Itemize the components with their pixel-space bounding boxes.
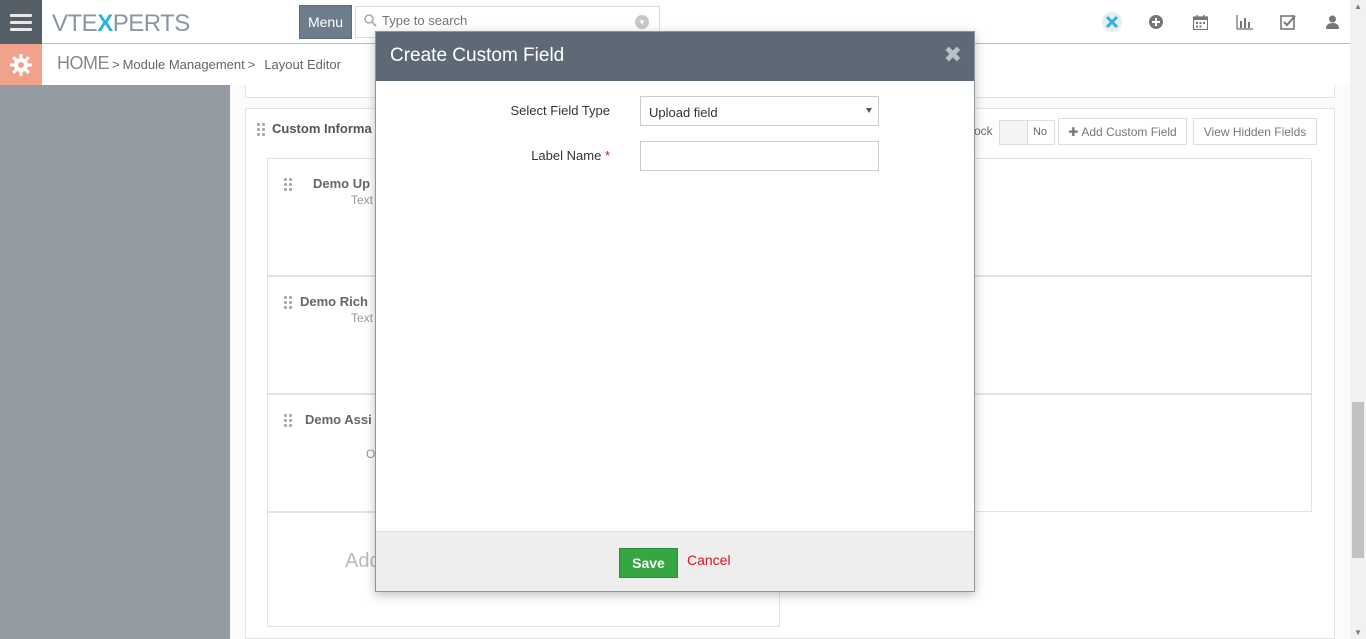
chevron-down-icon xyxy=(866,108,872,113)
label-name-label: Label Name * xyxy=(531,148,610,163)
label-name-input[interactable] xyxy=(640,141,879,171)
dialog-footer: Save Cancel xyxy=(376,531,974,591)
dialog-header: Create Custom Field ✖ xyxy=(376,32,974,81)
field-type-label: Select Field Type xyxy=(510,103,610,118)
field-type-selected-value: Upload field xyxy=(649,105,718,120)
save-button[interactable]: Save xyxy=(619,548,678,578)
field-type-select[interactable]: Upload field xyxy=(640,96,879,126)
dialog-title: Create Custom Field xyxy=(390,45,565,66)
create-custom-field-dialog: Create Custom Field ✖ Select Field Type … xyxy=(375,31,975,592)
required-marker: * xyxy=(604,148,610,163)
close-icon[interactable]: ✖ xyxy=(944,44,962,66)
cancel-link[interactable]: Cancel xyxy=(687,552,731,568)
